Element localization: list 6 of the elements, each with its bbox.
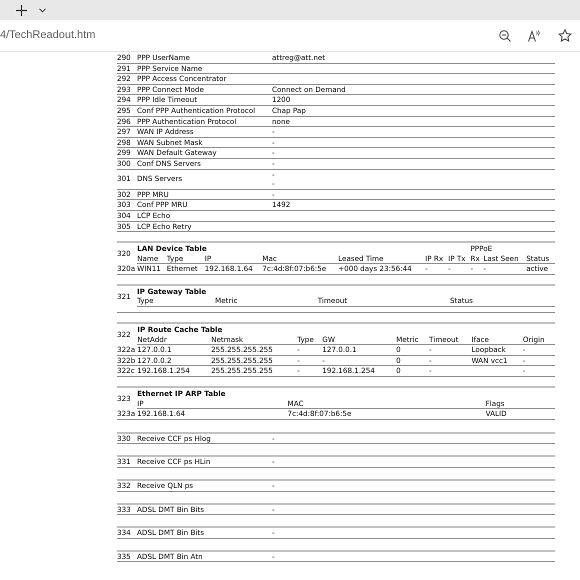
new-tab-icon[interactable]: [16, 4, 27, 16]
read-aloud-icon[interactable]: [528, 30, 541, 42]
chevron-down-icon[interactable]: [39, 8, 46, 12]
favorite-star-icon[interactable]: [558, 29, 572, 42]
address-bar-url[interactable]: 4/TechReadout.htm: [0, 27, 499, 44]
zoom-out-icon[interactable]: [499, 30, 511, 42]
